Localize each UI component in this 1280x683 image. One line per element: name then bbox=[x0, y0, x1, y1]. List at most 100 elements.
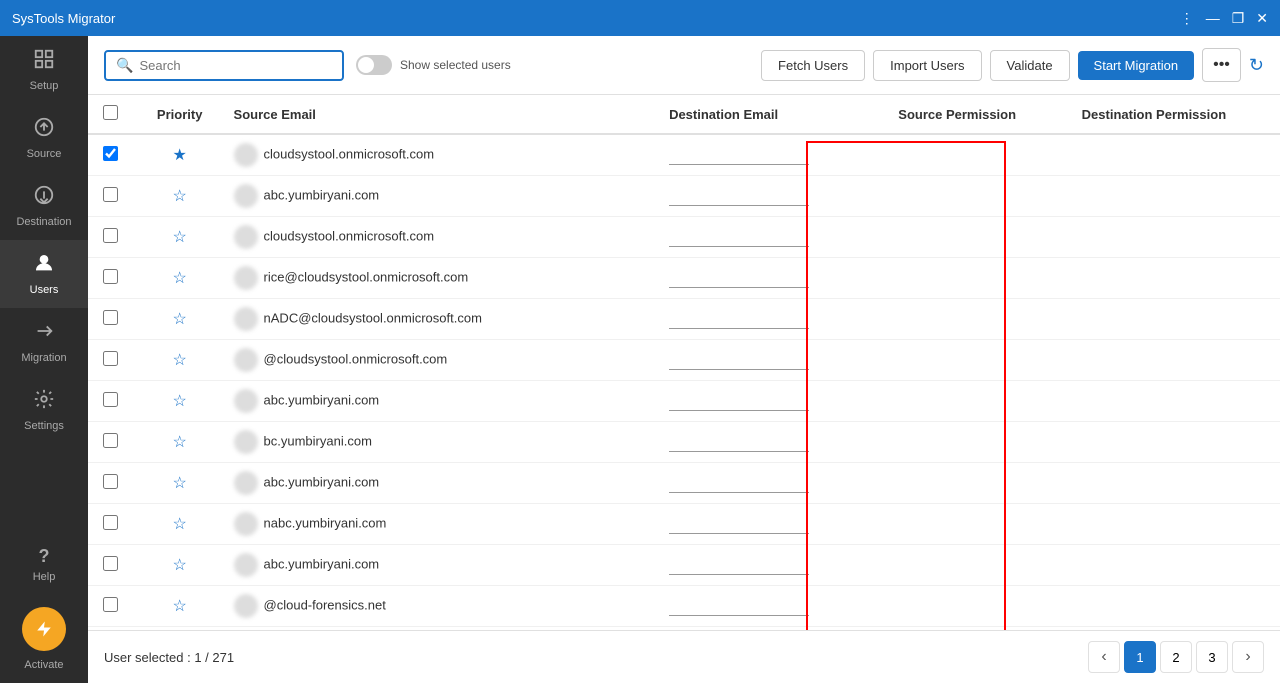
source-icon bbox=[33, 116, 55, 144]
start-migration-button[interactable]: Start Migration bbox=[1078, 51, 1195, 80]
row-checkbox[interactable] bbox=[103, 187, 118, 202]
row-destination-permission bbox=[1074, 504, 1280, 545]
row-destination-permission bbox=[1074, 176, 1280, 217]
minimize-button[interactable]: — bbox=[1206, 10, 1220, 26]
row-destination-permission bbox=[1074, 299, 1280, 340]
row-priority: ☆ bbox=[134, 217, 226, 258]
toolbar: 🔍 Show selected users Fetch Users Import… bbox=[88, 36, 1280, 95]
row-checkbox-cell bbox=[88, 340, 134, 381]
row-checkbox[interactable] bbox=[103, 228, 118, 243]
row-checkbox[interactable] bbox=[103, 515, 118, 530]
sidebar-item-migration[interactable]: Migration bbox=[0, 308, 88, 376]
sidebar-item-activate[interactable]: Activate bbox=[0, 595, 88, 683]
row-checkbox[interactable] bbox=[103, 310, 118, 325]
migration-icon bbox=[33, 320, 55, 348]
destination-email-input[interactable] bbox=[669, 146, 809, 165]
row-checkbox[interactable] bbox=[103, 433, 118, 448]
row-priority: ☆ bbox=[134, 381, 226, 422]
footer: User selected : 1 / 271 ‹ 1 2 3 › bbox=[88, 630, 1280, 683]
search-input[interactable] bbox=[139, 58, 332, 73]
header-destination-email: Destination Email bbox=[661, 95, 890, 134]
destination-email-input[interactable] bbox=[669, 187, 809, 206]
row-checkbox[interactable] bbox=[103, 269, 118, 284]
header-destination-permission: Destination Permission bbox=[1074, 95, 1280, 134]
refresh-button[interactable]: ↻ bbox=[1249, 55, 1264, 76]
star-icon[interactable]: ☆ bbox=[173, 557, 187, 574]
destination-email-input[interactable] bbox=[669, 392, 809, 411]
destination-email-input[interactable] bbox=[669, 433, 809, 452]
star-icon[interactable]: ☆ bbox=[173, 188, 187, 205]
avatar bbox=[234, 184, 258, 208]
star-icon[interactable]: ☆ bbox=[173, 229, 187, 246]
row-source-permission bbox=[890, 545, 1073, 586]
import-users-button[interactable]: Import Users bbox=[873, 50, 981, 81]
select-all-checkbox[interactable] bbox=[103, 105, 118, 120]
destination-email-input[interactable] bbox=[669, 310, 809, 329]
row-priority: ☆ bbox=[134, 586, 226, 627]
star-icon[interactable]: ☆ bbox=[173, 516, 187, 533]
sidebar-item-settings[interactable]: Settings bbox=[0, 376, 88, 444]
row-checkbox[interactable] bbox=[103, 392, 118, 407]
pagination-page-2[interactable]: 2 bbox=[1160, 641, 1192, 673]
star-icon[interactable]: ☆ bbox=[173, 352, 187, 369]
sidebar-item-setup[interactable]: Setup bbox=[0, 36, 88, 104]
row-checkbox[interactable] bbox=[103, 556, 118, 571]
setup-icon bbox=[33, 48, 55, 76]
row-destination-email bbox=[661, 258, 890, 299]
row-checkbox-cell bbox=[88, 545, 134, 586]
fetch-users-button[interactable]: Fetch Users bbox=[761, 50, 865, 81]
star-icon[interactable]: ☆ bbox=[173, 475, 187, 492]
pagination-prev[interactable]: ‹ bbox=[1088, 641, 1120, 673]
sidebar-item-help[interactable]: ? Help bbox=[0, 534, 88, 595]
sidebar-item-destination[interactable]: Destination bbox=[0, 172, 88, 240]
close-button[interactable]: ✕ bbox=[1256, 10, 1268, 27]
row-checkbox[interactable] bbox=[103, 351, 118, 366]
restore-button[interactable]: ❐ bbox=[1232, 10, 1245, 27]
row-priority: ☆ bbox=[134, 258, 226, 299]
avatar bbox=[234, 266, 258, 290]
user-selected-status: User selected : 1 / 271 bbox=[104, 650, 234, 665]
pagination-next[interactable]: › bbox=[1232, 641, 1264, 673]
validate-button[interactable]: Validate bbox=[990, 50, 1070, 81]
row-source-email: abc.yumbiryani.com bbox=[226, 381, 662, 422]
avatar bbox=[234, 307, 258, 331]
destination-email-input[interactable] bbox=[669, 597, 809, 616]
row-destination-email bbox=[661, 381, 890, 422]
pagination-page-1[interactable]: 1 bbox=[1124, 641, 1156, 673]
avatar bbox=[234, 471, 258, 495]
row-priority: ☆ bbox=[134, 545, 226, 586]
sidebar-item-source[interactable]: Source bbox=[0, 104, 88, 172]
pagination-page-3[interactable]: 3 bbox=[1196, 641, 1228, 673]
destination-email-input[interactable] bbox=[669, 474, 809, 493]
row-destination-permission bbox=[1074, 422, 1280, 463]
row-checkbox[interactable] bbox=[103, 597, 118, 612]
star-icon[interactable]: ☆ bbox=[173, 434, 187, 451]
star-icon[interactable]: ☆ bbox=[173, 270, 187, 287]
sidebar-item-users[interactable]: Users bbox=[0, 240, 88, 308]
more-options-button[interactable]: ••• bbox=[1202, 48, 1241, 82]
row-destination-email bbox=[661, 463, 890, 504]
destination-email-input[interactable] bbox=[669, 269, 809, 288]
row-checkbox[interactable] bbox=[103, 474, 118, 489]
activate-badge bbox=[22, 607, 66, 651]
menu-icon[interactable]: ⋮ bbox=[1180, 10, 1194, 27]
star-icon[interactable]: ☆ bbox=[173, 311, 187, 328]
row-source-permission bbox=[890, 217, 1073, 258]
avatar bbox=[234, 594, 258, 618]
sidebar-label-migration: Migration bbox=[21, 352, 66, 364]
destination-email-input[interactable] bbox=[669, 228, 809, 247]
destination-email-input[interactable] bbox=[669, 351, 809, 370]
star-icon[interactable]: ☆ bbox=[173, 598, 187, 615]
star-icon[interactable]: ☆ bbox=[173, 393, 187, 410]
avatar bbox=[234, 553, 258, 577]
show-selected-toggle[interactable] bbox=[356, 55, 392, 75]
destination-email-input[interactable] bbox=[669, 556, 809, 575]
row-source-email: abc.yumbiryani.com bbox=[226, 176, 662, 217]
star-icon[interactable]: ★ bbox=[173, 147, 187, 164]
destination-email-input[interactable] bbox=[669, 515, 809, 534]
row-priority: ☆ bbox=[134, 176, 226, 217]
avatar bbox=[234, 389, 258, 413]
row-priority: ☆ bbox=[134, 463, 226, 504]
row-checkbox[interactable] bbox=[103, 146, 118, 161]
table-row: ☆ nADC@cloudsystool.onmicrosoft.com bbox=[88, 299, 1280, 340]
